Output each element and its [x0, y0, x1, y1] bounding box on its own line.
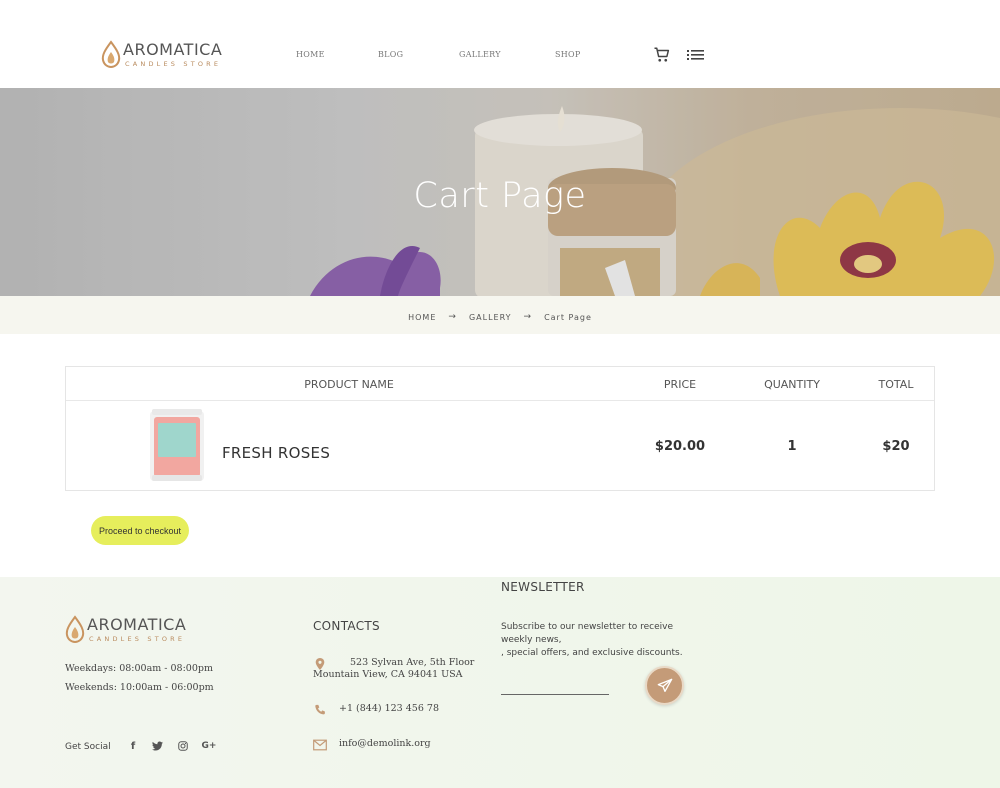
header-product-name: PRODUCT NAME	[304, 378, 394, 391]
product-name[interactable]: FRESH ROSES	[222, 444, 330, 462]
header-total: TOTAL	[878, 378, 914, 391]
breadcrumb-home[interactable]: HOME	[408, 313, 436, 322]
email-address: info@demolink.org	[339, 738, 431, 749]
cart-table-header: PRODUCT NAME PRICE QUANTITY TOTAL	[66, 367, 934, 401]
google-plus-icon[interactable]: G+	[202, 739, 217, 753]
newsletter-description: Subscribe to our newsletter to receive w…	[501, 621, 691, 660]
site-footer: AROMATICA CANDLES STORE Weekdays: 08:00a…	[0, 577, 1000, 788]
site-header: AROMATICA CANDLES STORE HOME BLOG GALLER…	[0, 0, 1000, 88]
page-title: Cart Page	[413, 176, 587, 216]
hero-banner: Cart Page	[0, 88, 1000, 296]
cart-icon	[654, 47, 670, 62]
header-quantity: QUANTITY	[764, 378, 820, 391]
arrow-right-icon: →	[448, 312, 457, 322]
menu-button[interactable]	[686, 45, 706, 65]
product-quantity[interactable]: 1	[752, 439, 832, 454]
weekday-hours: Weekdays: 08:00am - 08:00pm	[65, 663, 213, 674]
newsletter-email-input[interactable]	[501, 683, 609, 695]
address-line-2: Mountain View, CA 94041 USA	[313, 669, 463, 680]
newsletter-text-line-2: , special offers, and exclusive discount…	[501, 648, 683, 658]
newsletter-heading: NEWSLETTER	[501, 580, 585, 594]
newsletter-text-line-1: Subscribe to our newsletter to receive w…	[501, 622, 674, 645]
contact-email[interactable]: info@demolink.org	[313, 738, 431, 751]
instagram-icon[interactable]	[176, 739, 190, 753]
paper-plane-icon	[657, 678, 672, 692]
contact-phone[interactable]: +1 (844) 123 456 78	[313, 703, 439, 716]
brand-logo[interactable]: AROMATICA CANDLES STORE	[101, 40, 222, 68]
weekend-hours: Weekends: 10:00am - 06:00pm	[65, 682, 214, 693]
brand-name: AROMATICA	[123, 40, 223, 59]
weekends-label: Weekends:	[65, 682, 117, 693]
footer-brand-logo[interactable]: AROMATICA CANDLES STORE	[65, 615, 186, 643]
envelope-icon	[313, 739, 327, 751]
product-price: $20.00	[654, 439, 706, 454]
header-price: PRICE	[663, 378, 697, 391]
flame-logo-icon	[101, 40, 121, 68]
brand-tagline: CANDLES STORE	[125, 60, 222, 68]
nav-item-shop[interactable]: SHOP	[555, 50, 581, 59]
address-line-1: 523 Sylvan Ave, 5th Floor	[350, 657, 475, 668]
product-total: $20	[882, 439, 910, 454]
newsletter-subscribe-button[interactable]	[645, 666, 684, 705]
nav-item-home[interactable]: HOME	[296, 50, 325, 59]
breadcrumb-gallery[interactable]: GALLERY	[469, 313, 512, 322]
breadcrumb: HOME → GALLERY → Cart Page	[0, 312, 1000, 322]
twitter-icon[interactable]	[150, 739, 164, 753]
contact-address: 523 Sylvan Ave, 5th Floor Mountain View,…	[313, 657, 474, 681]
breadcrumb-current: Cart Page	[544, 312, 592, 322]
proceed-to-checkout-button[interactable]: Proceed to checkout	[91, 516, 189, 545]
menu-list-icon	[687, 50, 704, 60]
phone-number: +1 (844) 123 456 78	[339, 703, 439, 714]
get-social-label: Get Social	[65, 742, 111, 752]
weekends-value: 10:00am - 06:00pm	[119, 682, 214, 693]
phone-icon	[315, 704, 325, 715]
breadcrumb-bar: HOME → GALLERY → Cart Page	[0, 296, 1000, 334]
weekdays-label: Weekdays:	[65, 663, 117, 674]
footer-brand-tagline: CANDLES STORE	[89, 635, 186, 643]
weekdays-value: 08:00am - 08:00pm	[119, 663, 213, 674]
nav-item-gallery[interactable]: GALLERY	[459, 50, 501, 59]
contacts-heading: CONTACTS	[313, 619, 380, 633]
nav-item-blog[interactable]: BLOG	[378, 50, 403, 59]
footer-brand-name: AROMATICA	[87, 615, 187, 634]
flame-logo-icon	[65, 615, 85, 643]
product-image[interactable]	[146, 405, 208, 485]
cart-button[interactable]	[652, 45, 672, 65]
cart-table: PRODUCT NAME PRICE QUANTITY TOTAL FRESH …	[65, 366, 935, 491]
facebook-icon[interactable]: f	[126, 739, 140, 753]
arrow-right-icon: →	[523, 312, 533, 322]
